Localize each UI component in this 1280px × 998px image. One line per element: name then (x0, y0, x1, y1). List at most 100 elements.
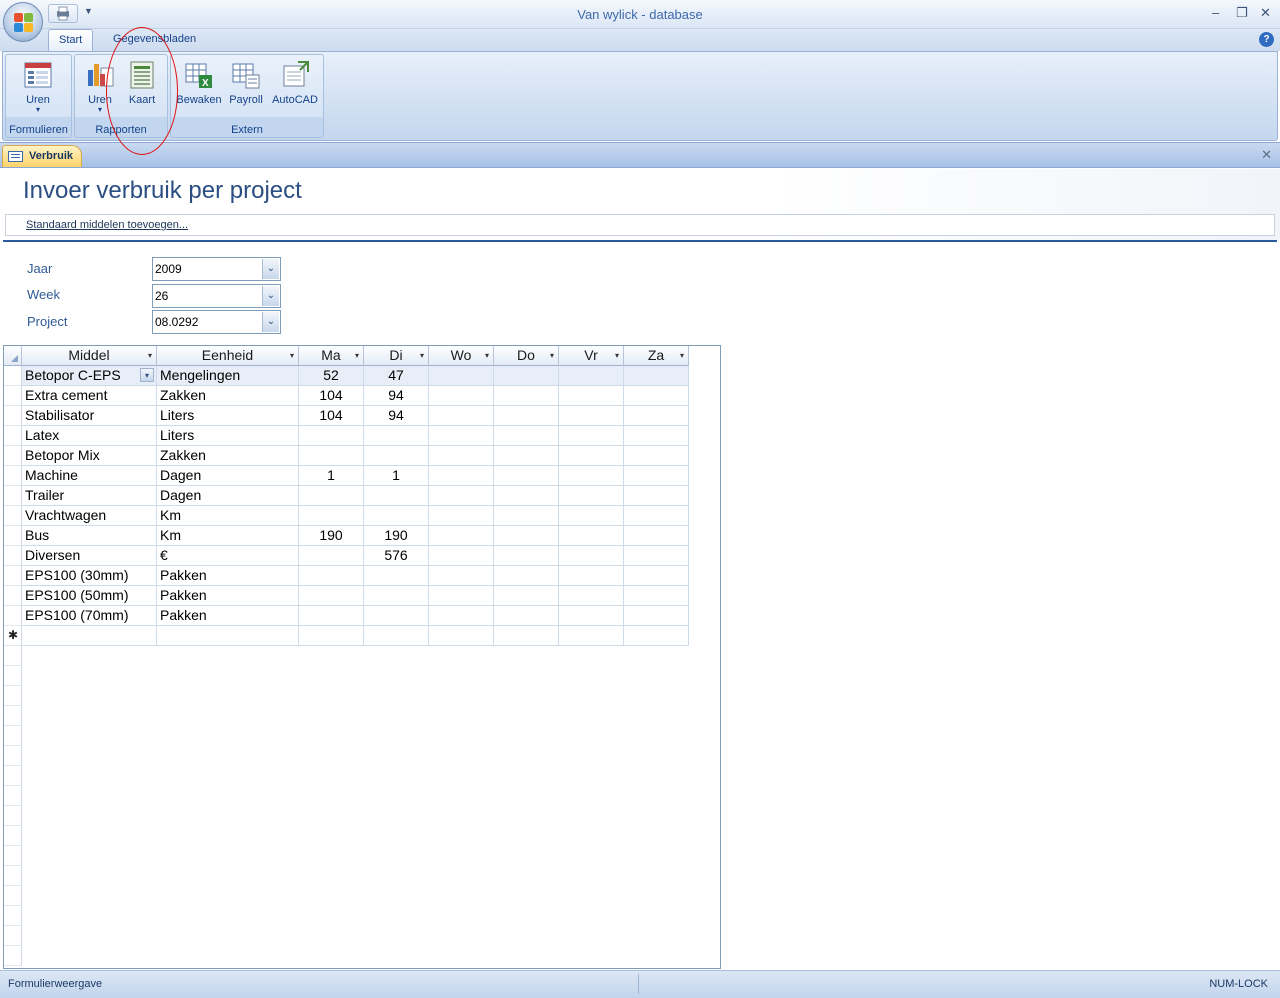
table-cell[interactable]: 52 (299, 366, 364, 386)
table-cell[interactable]: Pakken (157, 586, 299, 606)
table-cell[interactable] (364, 486, 429, 506)
column-header-middel[interactable]: Middel ▾ (22, 346, 157, 366)
row-selector[interactable] (4, 426, 22, 446)
table-cell[interactable] (299, 506, 364, 526)
chevron-down-icon[interactable]: ▾ (140, 368, 154, 382)
table-cell[interactable] (624, 386, 689, 406)
column-header-di[interactable]: Di ▾ (364, 346, 429, 366)
table-cell[interactable] (299, 426, 364, 446)
column-header-do[interactable]: Do ▾ (494, 346, 559, 366)
table-cell[interactable] (624, 526, 689, 546)
table-cell[interactable]: Trailer (22, 486, 157, 506)
table-cell[interactable]: Diversen (22, 546, 157, 566)
table-cell[interactable] (22, 626, 157, 646)
table-cell[interactable] (494, 526, 559, 546)
table-cell[interactable]: 1 (364, 466, 429, 486)
table-cell[interactable] (559, 366, 624, 386)
chevron-down-icon[interactable]: ▾ (290, 346, 294, 365)
table-cell[interactable] (559, 566, 624, 586)
table-cell[interactable] (157, 626, 299, 646)
table-cell[interactable]: Zakken (157, 446, 299, 466)
chevron-down-icon[interactable]: ▾ (680, 346, 684, 365)
table-cell[interactable]: 190 (364, 526, 429, 546)
table-cell[interactable] (494, 446, 559, 466)
row-selector[interactable] (4, 506, 22, 526)
column-header-ma[interactable]: Ma ▾ (299, 346, 364, 366)
table-cell[interactable] (429, 626, 494, 646)
table-cell[interactable]: Dagen (157, 486, 299, 506)
tab-gegevensbladen[interactable]: Gegevensbladen (103, 29, 206, 51)
rapport-uren-button[interactable]: Uren ▾ (77, 58, 123, 120)
table-cell[interactable] (364, 506, 429, 526)
table-cell[interactable] (364, 606, 429, 626)
table-cell[interactable] (494, 366, 559, 386)
table-cell[interactable]: 104 (299, 386, 364, 406)
chevron-down-icon[interactable]: ▾ (485, 346, 489, 365)
table-cell[interactable] (624, 606, 689, 626)
table-cell[interactable] (559, 526, 624, 546)
row-selector[interactable] (4, 566, 22, 586)
table-cell[interactable] (624, 466, 689, 486)
table-cell[interactable] (494, 546, 559, 566)
help-icon[interactable]: ? (1259, 32, 1274, 47)
table-cell[interactable] (624, 366, 689, 386)
table-cell[interactable] (299, 446, 364, 466)
table-cell[interactable] (364, 586, 429, 606)
jaar-combobox[interactable]: 2009 ⌄ (152, 257, 281, 281)
table-cell[interactable] (299, 586, 364, 606)
table-cell[interactable] (559, 446, 624, 466)
row-selector[interactable] (4, 406, 22, 426)
table-cell[interactable] (429, 386, 494, 406)
column-header-wo[interactable]: Wo ▾ (429, 346, 494, 366)
table-cell[interactable] (494, 606, 559, 626)
table-cell[interactable] (364, 566, 429, 586)
table-cell[interactable] (299, 626, 364, 646)
table-cell[interactable] (299, 606, 364, 626)
table-cell[interactable] (429, 406, 494, 426)
table-cell[interactable] (494, 586, 559, 606)
table-cell[interactable]: EPS100 (70mm) (22, 606, 157, 626)
table-cell[interactable] (624, 486, 689, 506)
table-cell[interactable] (429, 506, 494, 526)
table-cell[interactable] (559, 426, 624, 446)
table-cell[interactable]: Dagen (157, 466, 299, 486)
table-cell[interactable] (624, 546, 689, 566)
table-cell[interactable] (624, 506, 689, 526)
column-header-za[interactable]: Za ▾ (624, 346, 689, 366)
table-cell[interactable]: 1 (299, 466, 364, 486)
table-cell[interactable] (494, 566, 559, 586)
chevron-down-icon[interactable]: ▾ (148, 346, 152, 365)
table-cell[interactable]: 104 (299, 406, 364, 426)
chevron-down-icon[interactable]: ⌄ (262, 259, 279, 279)
row-selector[interactable] (4, 586, 22, 606)
table-cell[interactable]: Betopor C-EPS ▾ (22, 366, 157, 386)
table-cell[interactable]: Vrachtwagen (22, 506, 157, 526)
table-cell[interactable]: EPS100 (30mm) (22, 566, 157, 586)
table-cell[interactable] (624, 406, 689, 426)
office-button[interactable] (3, 2, 43, 42)
project-combobox[interactable]: 08.0292 ⌄ (152, 310, 281, 334)
table-cell[interactable] (624, 426, 689, 446)
row-selector[interactable] (4, 386, 22, 406)
table-cell[interactable] (494, 486, 559, 506)
table-cell[interactable]: Extra cement (22, 386, 157, 406)
row-selector[interactable] (4, 366, 22, 386)
table-cell[interactable] (364, 426, 429, 446)
close-button[interactable]: ✕ (1260, 5, 1271, 21)
chevron-down-icon[interactable]: ▾ (355, 346, 359, 365)
table-cell[interactable]: Machine (22, 466, 157, 486)
table-cell[interactable]: Km (157, 506, 299, 526)
table-cell[interactable] (624, 566, 689, 586)
row-selector[interactable] (4, 606, 22, 626)
table-cell[interactable] (429, 366, 494, 386)
table-cell[interactable] (429, 526, 494, 546)
table-cell[interactable] (429, 566, 494, 586)
table-cell[interactable]: € (157, 546, 299, 566)
table-cell[interactable]: Stabilisator (22, 406, 157, 426)
table-cell[interactable] (559, 546, 624, 566)
table-cell[interactable] (429, 446, 494, 466)
table-cell[interactable]: 576 (364, 546, 429, 566)
column-header-eenheid[interactable]: Eenheid ▾ (157, 346, 299, 366)
table-cell[interactable]: Liters (157, 426, 299, 446)
table-cell[interactable] (429, 486, 494, 506)
